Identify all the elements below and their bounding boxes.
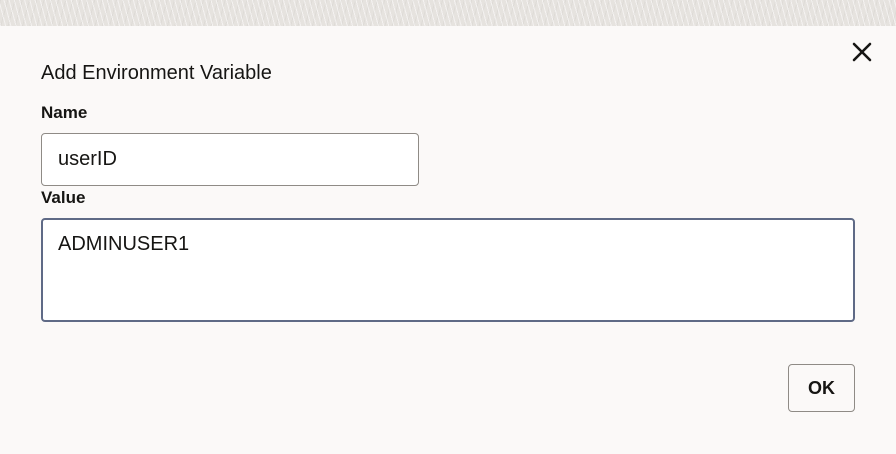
close-icon: [852, 42, 872, 62]
name-input[interactable]: [41, 133, 419, 186]
ok-button[interactable]: OK: [788, 364, 855, 412]
page-backdrop: [0, 0, 896, 26]
add-environment-variable-dialog: Add Environment Variable Name Value ADMI…: [0, 26, 896, 454]
close-button[interactable]: [846, 36, 878, 68]
dialog-title: Add Environment Variable: [41, 62, 272, 84]
value-textarea[interactable]: ADMINUSER1: [41, 218, 855, 322]
value-label: Value: [41, 188, 86, 207]
name-label: Name: [41, 103, 88, 122]
